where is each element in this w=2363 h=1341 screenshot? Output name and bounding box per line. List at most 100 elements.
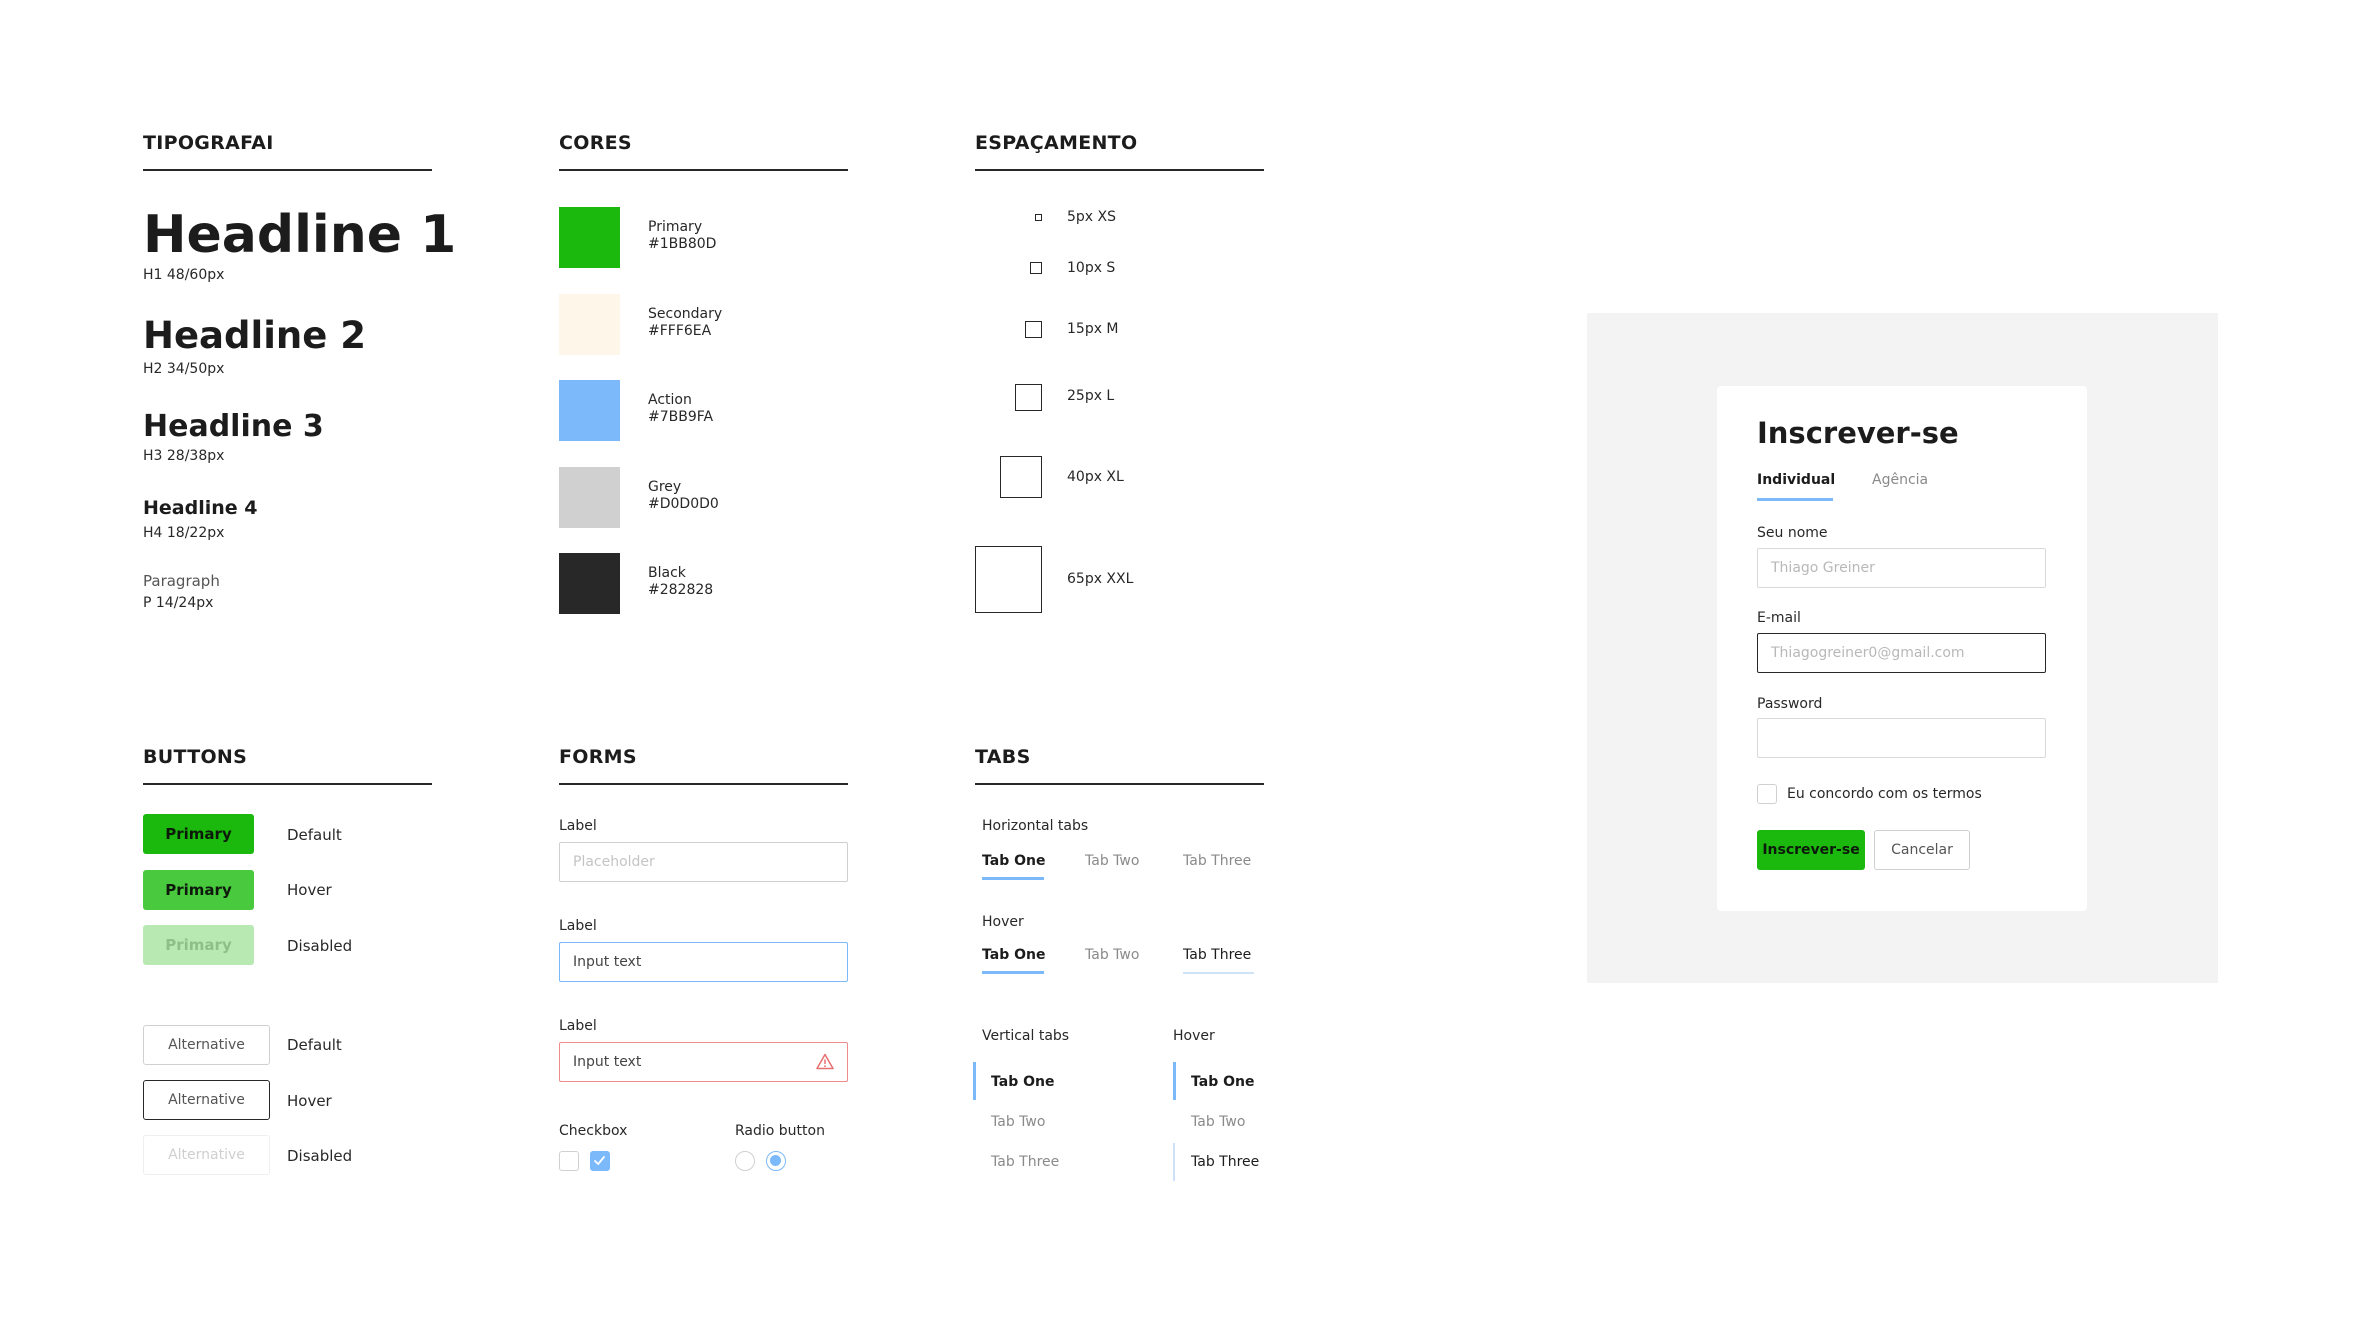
spacing-divider bbox=[975, 169, 1264, 171]
colors-section-title: CORES bbox=[559, 132, 632, 154]
action-color-label: Action #7BB9FA bbox=[648, 392, 714, 425]
radio-unselected[interactable] bbox=[735, 1151, 755, 1171]
tabs-divider bbox=[975, 783, 1264, 785]
checkbox-unchecked[interactable] bbox=[559, 1151, 579, 1171]
password-label: Password bbox=[1757, 696, 1823, 712]
buttons-divider bbox=[143, 783, 432, 785]
checkbox-section-label: Checkbox bbox=[559, 1123, 628, 1139]
form-label-default: Label bbox=[559, 818, 597, 834]
headline-1-sample: Headline 1 bbox=[143, 205, 457, 265]
grey-color-label: Grey #D0D0D0 bbox=[648, 479, 719, 512]
grey-color-swatch bbox=[559, 467, 620, 528]
text-input-default[interactable]: Placeholder bbox=[559, 842, 848, 882]
horizontal-tab-two[interactable]: Tab Two bbox=[1085, 853, 1139, 869]
alternative-button-hover[interactable]: Alternative bbox=[143, 1080, 270, 1120]
alternative-button-disabled[interactable]: Alternative bbox=[143, 1135, 270, 1175]
spacing-s-label: 10px S bbox=[1067, 260, 1116, 276]
spacing-xxl-square bbox=[975, 546, 1042, 613]
primary-disabled-state-label: Disabled bbox=[287, 937, 353, 955]
colors-divider bbox=[559, 169, 848, 171]
text-input-error[interactable]: Input text bbox=[559, 1042, 848, 1082]
horizontal-tabs-title: Horizontal tabs bbox=[982, 818, 1089, 834]
spacing-section-title: ESPAÇAMENTO bbox=[975, 132, 1138, 154]
email-label: E-mail bbox=[1757, 610, 1801, 626]
name-input[interactable]: Thiago Greiner bbox=[1757, 548, 2046, 588]
primary-button-disabled[interactable]: Primary bbox=[143, 925, 254, 965]
spacing-s-square bbox=[1030, 262, 1042, 274]
vertical-hover-tab-three-indicator bbox=[1173, 1143, 1175, 1181]
headline-3-spec: H3 28/38px bbox=[143, 448, 225, 464]
checkmark-icon bbox=[594, 1156, 605, 1165]
terms-checkbox[interactable] bbox=[1757, 784, 1777, 804]
spacing-xs-label: 5px XS bbox=[1067, 209, 1117, 225]
forms-section-title: FORMS bbox=[559, 746, 637, 768]
warning-icon bbox=[816, 1053, 834, 1070]
password-input[interactable] bbox=[1757, 718, 2046, 758]
spacing-m-square bbox=[1025, 321, 1042, 338]
vertical-hover-tab-two[interactable]: Tab Two bbox=[1191, 1114, 1245, 1130]
horizontal-hover-title: Hover bbox=[982, 914, 1024, 930]
spacing-l-square bbox=[1015, 384, 1042, 411]
spacing-xs-square bbox=[1035, 214, 1042, 221]
primary-button-default[interactable]: Primary bbox=[143, 814, 254, 854]
name-label: Seu nome bbox=[1757, 525, 1828, 541]
hover-tab-three[interactable]: Tab Three bbox=[1183, 947, 1251, 963]
tabs-section-title: TABS bbox=[975, 746, 1031, 768]
primary-button-hover[interactable]: Primary bbox=[143, 870, 254, 910]
alternative-disabled-state-label: Disabled bbox=[287, 1147, 353, 1165]
vertical-tab-two[interactable]: Tab Two bbox=[991, 1114, 1045, 1130]
secondary-color-swatch bbox=[559, 294, 620, 355]
vertical-hover-tab-one-indicator bbox=[1173, 1062, 1176, 1100]
spacing-xl-square bbox=[1000, 456, 1042, 498]
secondary-color-label: Secondary #FFF6EA bbox=[648, 306, 723, 339]
radio-section-label: Radio button bbox=[735, 1123, 825, 1139]
spacing-m-label: 15px M bbox=[1067, 321, 1119, 337]
alternative-hover-state-label: Hover bbox=[287, 1092, 332, 1110]
action-color-swatch bbox=[559, 380, 620, 441]
hover-tab-two[interactable]: Tab Two bbox=[1085, 947, 1139, 963]
form-label-error: Label bbox=[559, 1018, 597, 1034]
vertical-hover-tab-three[interactable]: Tab Three bbox=[1191, 1154, 1259, 1170]
horizontal-tab-one-indicator bbox=[982, 877, 1044, 880]
vertical-hover-tab-one[interactable]: Tab One bbox=[1191, 1074, 1254, 1090]
headline-4-spec: H4 18/22px bbox=[143, 525, 225, 541]
signup-title: Inscrever-se bbox=[1757, 416, 1959, 450]
text-input-focused[interactable]: Input text bbox=[559, 942, 848, 982]
signup-cancel-button[interactable]: Cancelar bbox=[1874, 830, 1970, 870]
tab-individual[interactable]: Individual bbox=[1757, 472, 1835, 488]
forms-divider bbox=[559, 783, 848, 785]
paragraph-spec: P 14/24px bbox=[143, 595, 214, 611]
headline-4-sample: Headline 4 bbox=[143, 497, 258, 519]
signup-submit-button[interactable]: Inscrever-se bbox=[1757, 830, 1865, 870]
vertical-tab-three[interactable]: Tab Three bbox=[991, 1154, 1059, 1170]
vertical-tab-one-indicator bbox=[973, 1062, 976, 1100]
checkbox-checked[interactable] bbox=[590, 1151, 610, 1171]
horizontal-tab-three[interactable]: Tab Three bbox=[1183, 853, 1251, 869]
hover-tab-one-indicator bbox=[982, 971, 1044, 974]
radio-selected[interactable] bbox=[766, 1151, 786, 1171]
vertical-hover-title: Hover bbox=[1173, 1028, 1215, 1044]
spacing-xl-label: 40px XL bbox=[1067, 469, 1124, 485]
paragraph-sample: Paragraph bbox=[143, 572, 220, 590]
typography-section-title: TIPOGRAFAI bbox=[143, 132, 274, 154]
typography-divider bbox=[143, 169, 432, 171]
radio-dot bbox=[770, 1155, 781, 1166]
spacing-xxl-label: 65px XXL bbox=[1067, 571, 1134, 587]
tab-individual-indicator bbox=[1757, 498, 1833, 501]
alternative-default-state-label: Default bbox=[287, 1036, 342, 1054]
primary-hover-state-label: Hover bbox=[287, 881, 332, 899]
error-input-text: Input text bbox=[573, 1054, 642, 1070]
tab-agency[interactable]: Agência bbox=[1872, 472, 1928, 488]
headline-3-sample: Headline 3 bbox=[143, 409, 324, 444]
vertical-tabs-title: Vertical tabs bbox=[982, 1028, 1070, 1044]
vertical-tab-one[interactable]: Tab One bbox=[991, 1074, 1054, 1090]
alternative-button-default[interactable]: Alternative bbox=[143, 1025, 270, 1065]
terms-label: Eu concordo com os termos bbox=[1787, 786, 1982, 802]
form-label-focus: Label bbox=[559, 918, 597, 934]
horizontal-tab-one[interactable]: Tab One bbox=[982, 853, 1045, 869]
headline-2-spec: H2 34/50px bbox=[143, 361, 225, 377]
email-input[interactable]: Thiagogreiner0@gmail.com bbox=[1757, 633, 2046, 673]
hover-tab-one[interactable]: Tab One bbox=[982, 947, 1045, 963]
black-color-label: Black #282828 bbox=[648, 565, 714, 598]
headline-2-sample: Headline 2 bbox=[143, 314, 366, 357]
